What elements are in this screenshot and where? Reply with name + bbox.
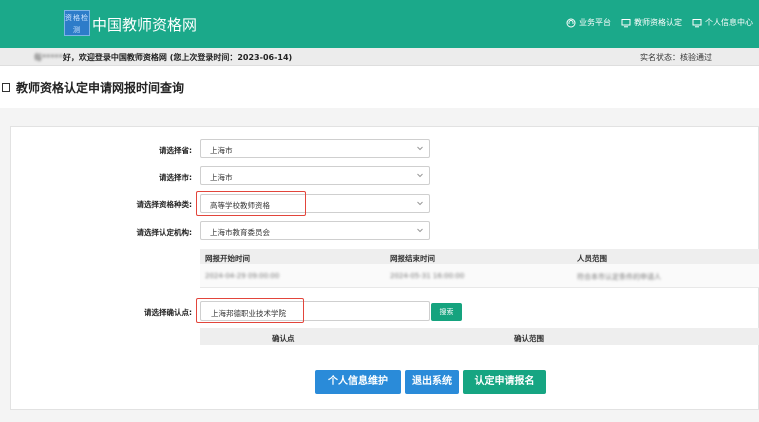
logout-button[interactable]: 退出系统 <box>405 370 459 394</box>
site-title[interactable]: 中国教师资格网 <box>92 14 197 35</box>
chevron-down-icon <box>417 228 423 233</box>
realname-status: 实名状态：核验通过 <box>640 53 712 62</box>
page-title: 教师资格认定申请网报时间查询 <box>16 81 185 95</box>
point-table-header: 确认点 确认范围 <box>200 328 759 345</box>
search-button[interactable]: 搜索 <box>431 303 462 321</box>
end-time-cell: 2024-05-31 16:00:00 <box>390 272 465 280</box>
title-square-icon <box>2 83 10 92</box>
qualification-type-label: 请选择资格种类: <box>136 200 193 209</box>
table-row: 2024-04-29 09:00:00 2024-05-31 16:00:00 … <box>200 264 759 288</box>
column-header: 网报结束时间 <box>390 254 435 263</box>
nav-teacher-certification[interactable]: 教师资格认定 <box>621 17 682 28</box>
column-header: 网报开始时间 <box>205 254 250 263</box>
confirmation-point-label: 请选择确认点: <box>144 308 192 317</box>
headset-icon <box>566 18 576 27</box>
start-time-cell: 2024-04-29 09:00:00 <box>205 272 280 280</box>
city-select[interactable]: 上海市 <box>200 166 430 185</box>
apply-button[interactable]: 认定申请报名 <box>463 370 546 394</box>
top-nav: 业务平台 教师资格认定 个人信息中心 <box>566 17 753 28</box>
city-value: 上海市 <box>210 173 233 182</box>
nav-business-platform-label: 业务平台 <box>579 18 611 27</box>
chevron-down-icon <box>417 173 423 178</box>
column-header: 人员范围 <box>577 254 607 263</box>
certification-org-label: 请选择认定机构: <box>136 228 193 237</box>
nav-personal-center-label: 个人信息中心 <box>705 18 753 27</box>
monitor-icon <box>621 18 631 27</box>
top-header: 资格检测 中国教师资格网 业务平台 教师资格认定 个人信息中心 <box>0 0 759 48</box>
scope-cell: 符合本市认定条件的申请人 <box>577 273 661 281</box>
province-value: 上海市 <box>210 146 233 155</box>
qualification-type-highlight <box>196 191 306 216</box>
page-title-wrap: 教师资格认定申请网报时间查询 <box>2 79 184 96</box>
column-header: 确认点 <box>272 334 295 343</box>
certification-org-value: 上海市教育委员会 <box>210 228 270 237</box>
province-label: 请选择省: <box>159 146 192 155</box>
welcome-bar: 每*****好，欢迎登录中国教师资格网 (您上次登录时间：2023-06-14)… <box>0 48 759 66</box>
certification-org-select[interactable]: 上海市教育委员会 <box>200 221 430 240</box>
user-name: 每***** <box>34 53 63 62</box>
city-label: 请选择市: <box>159 173 192 182</box>
column-header: 确认范围 <box>514 334 544 343</box>
chevron-down-icon <box>417 201 423 206</box>
nav-business-platform[interactable]: 业务平台 <box>566 17 611 28</box>
site-logo-icon[interactable]: 资格检测 <box>64 10 90 36</box>
welcome-message: 每*****好，欢迎登录中国教师资格网 (您上次登录时间：2023-06-14) <box>34 52 292 63</box>
nav-personal-center[interactable]: 个人信息中心 <box>692 17 753 28</box>
province-select[interactable]: 上海市 <box>200 139 430 158</box>
chevron-down-icon <box>417 146 423 151</box>
confirmation-point-highlight <box>196 298 304 323</box>
nav-teacher-certification-label: 教师资格认定 <box>634 18 682 27</box>
monitor-icon <box>692 18 702 27</box>
profile-maintenance-button[interactable]: 个人信息维护 <box>315 370 401 394</box>
welcome-text: 好，欢迎登录中国教师资格网 (您上次登录时间：2023-06-14) <box>62 53 293 62</box>
period-table-header: 网报开始时间 网报结束时间 人员范围 <box>200 249 759 264</box>
